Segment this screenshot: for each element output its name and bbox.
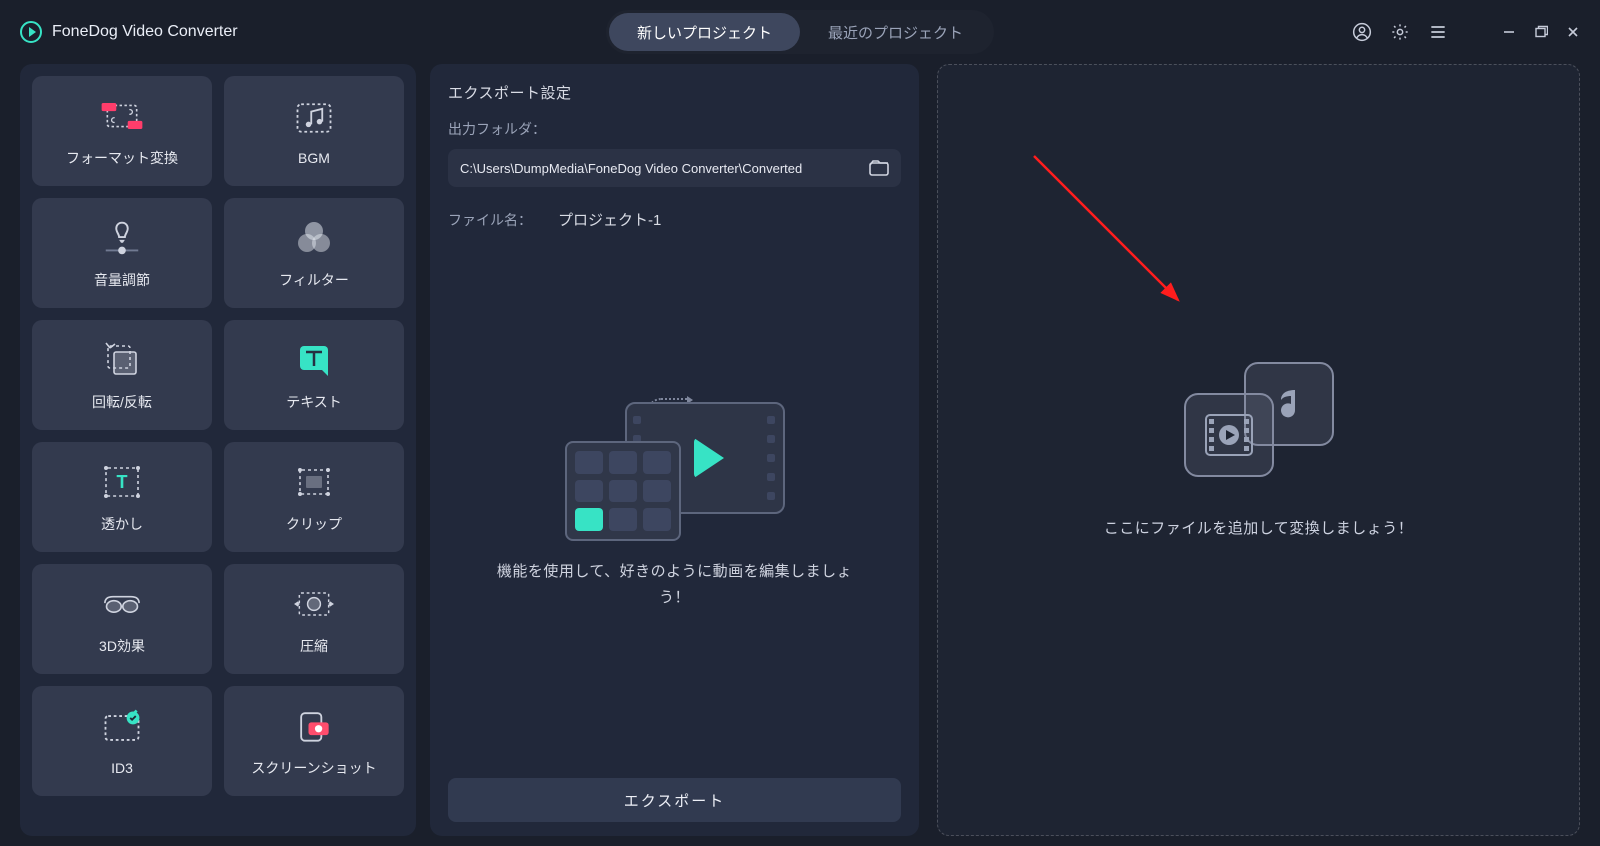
compress-icon <box>292 582 336 626</box>
window-close-button[interactable] <box>1566 25 1580 39</box>
filter-icon <box>292 216 336 260</box>
tool-screenshot[interactable]: スクリーンショット <box>224 686 404 796</box>
app-logo-icon <box>20 21 42 43</box>
tool-3d[interactable]: 3D効果 <box>32 564 212 674</box>
tab-new-project[interactable]: 新しいプロジェクト <box>609 13 800 51</box>
tool-label: クリップ <box>286 514 342 534</box>
svg-text:T: T <box>117 472 128 492</box>
grid-card-icon <box>565 441 681 541</box>
tool-filter[interactable]: フィルター <box>224 198 404 308</box>
id3-icon <box>100 706 144 750</box>
tool-bgm[interactable]: BGM <box>224 76 404 186</box>
format-convert-icon <box>100 94 144 138</box>
tool-label: ID3 <box>111 760 133 776</box>
tool-label: 圧縮 <box>300 636 328 656</box>
tool-label: テキスト <box>286 392 342 412</box>
file-drop-zone[interactable]: ここにファイルを追加して変換しましょう！ <box>937 64 1580 836</box>
tool-label: 音量調節 <box>94 270 150 290</box>
file-name-input[interactable] <box>554 205 761 234</box>
tool-format-convert[interactable]: フォーマット変換 <box>32 76 212 186</box>
output-folder-field[interactable]: C:\Users\DumpMedia\FoneDog Video Convert… <box>448 149 901 187</box>
tool-label: 回転/反転 <box>92 392 152 412</box>
tool-watermark[interactable]: T 透かし <box>32 442 212 552</box>
video-file-icon <box>1184 393 1274 477</box>
app-title: FoneDog Video Converter <box>52 23 238 41</box>
tool-label: 3D効果 <box>99 636 145 656</box>
tool-compress[interactable]: 圧縮 <box>224 564 404 674</box>
title-bar: FoneDog Video Converter 新しいプロジェクト 最近のプロジ… <box>0 0 1600 64</box>
tool-id3[interactable]: ID3 <box>32 686 212 796</box>
text-icon <box>292 338 336 382</box>
window-minimize-button[interactable] <box>1502 25 1516 39</box>
tool-label: BGM <box>298 150 330 166</box>
drop-zone-illustration <box>1184 362 1334 477</box>
tool-label: フィルター <box>279 270 349 290</box>
window-maximize-button[interactable] <box>1534 25 1548 39</box>
export-section-title: エクスポート設定 <box>448 82 901 103</box>
watermark-icon: T <box>100 460 144 504</box>
title-bar-right <box>1352 22 1580 42</box>
tab-recent-projects[interactable]: 最近のプロジェクト <box>800 13 991 51</box>
tool-volume[interactable]: 音量調節 <box>32 198 212 308</box>
rotate-icon <box>100 338 144 382</box>
hamburger-menu-icon[interactable] <box>1428 22 1448 42</box>
export-hint-text: 機能を使用して、好きのように動画を編集しましょう！ <box>485 559 865 610</box>
tool-label: スクリーンショット <box>251 758 376 778</box>
output-folder-path: C:\Users\DumpMedia\FoneDog Video Convert… <box>460 161 859 176</box>
account-icon[interactable] <box>1352 22 1372 42</box>
tool-clip[interactable]: クリップ <box>224 442 404 552</box>
tool-rotate-flip[interactable]: 回転/反転 <box>32 320 212 430</box>
tool-label: 透かし <box>101 514 143 534</box>
output-folder-label: 出力フォルダ： <box>448 119 901 139</box>
drop-zone-hint: ここにファイルを追加して変換しましょう！ <box>1104 517 1414 538</box>
3d-glasses-icon <box>100 582 144 626</box>
browse-folder-icon[interactable] <box>869 160 889 176</box>
main-content: フォーマット変換 BGM 音量調節 フィルター 回転/反転 <box>0 64 1600 846</box>
gear-icon[interactable] <box>1390 22 1410 42</box>
screenshot-icon <box>292 704 336 748</box>
tool-label: フォーマット変換 <box>66 148 178 168</box>
export-button[interactable]: エクスポート <box>448 778 901 822</box>
export-illustration: 機能を使用して、好きのように動画を編集しましょう！ <box>448 234 901 772</box>
bgm-icon <box>292 96 336 140</box>
file-name-label: ファイル名： <box>448 210 532 230</box>
tools-sidebar: フォーマット変換 BGM 音量調節 フィルター 回転/反転 <box>20 64 416 836</box>
project-tab-group: 新しいプロジェクト 最近のプロジェクト <box>606 10 994 54</box>
clip-icon <box>292 460 336 504</box>
export-panel: エクスポート設定 出力フォルダ： C:\Users\DumpMedia\Fone… <box>430 64 919 836</box>
tool-text[interactable]: テキスト <box>224 320 404 430</box>
volume-icon <box>100 216 144 260</box>
title-bar-left: FoneDog Video Converter <box>20 21 238 43</box>
